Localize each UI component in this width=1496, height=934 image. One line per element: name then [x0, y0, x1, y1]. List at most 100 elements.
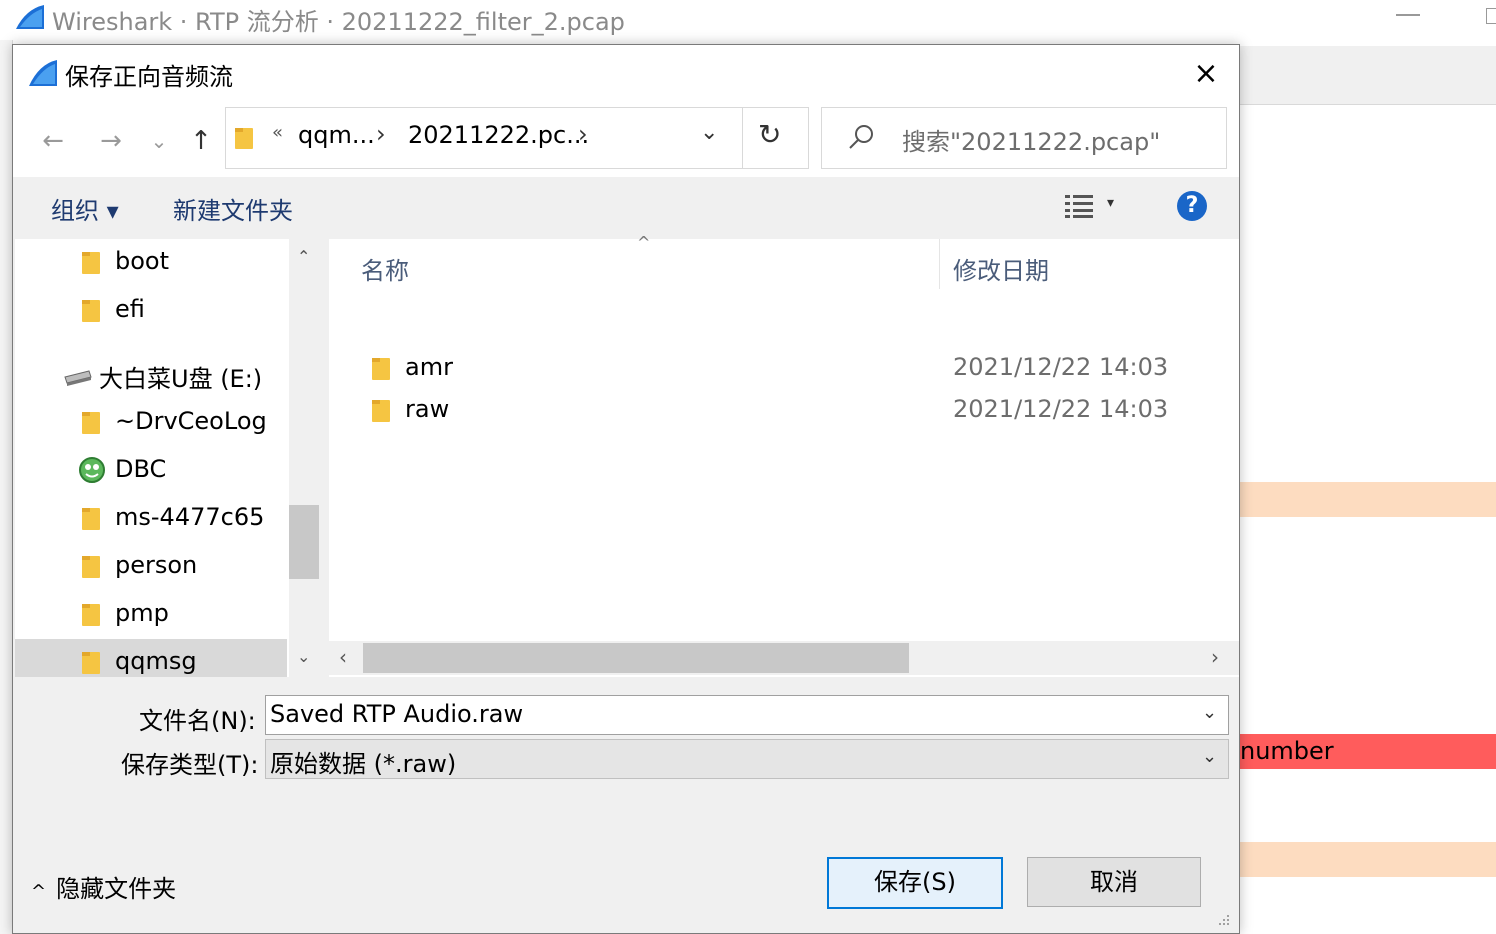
dialog-title: 保存正向音频流	[65, 63, 233, 91]
tree-item-label: boot	[115, 247, 170, 275]
search-input[interactable]: 搜索"20211222.pcap"	[902, 122, 1160, 157]
breadcrumb-segment[interactable]: 20211222.pc...	[408, 121, 589, 149]
tree-item[interactable]: boot	[15, 239, 287, 285]
divider	[742, 108, 743, 168]
folder-icon	[82, 300, 100, 322]
cancel-button[interactable]: 取消	[1027, 857, 1201, 907]
minimize-button[interactable]	[1396, 14, 1420, 16]
filename-input[interactable]: Saved RTP Audio.raw ⌄	[265, 695, 1229, 735]
scroll-thumb[interactable]	[289, 505, 319, 579]
recent-locations-button[interactable]: ⌄	[141, 123, 177, 159]
chevron-down-icon[interactable]: ⌄	[1202, 702, 1217, 723]
background-row-peach	[1238, 842, 1496, 877]
tree-item-label: person	[115, 551, 198, 579]
pane-splitter[interactable]	[319, 239, 329, 677]
file-name: raw	[405, 395, 450, 423]
folder-icon	[82, 652, 100, 674]
filetype-value[interactable]: 原始数据 (*.raw)	[270, 744, 456, 779]
view-dropdown-icon[interactable]: ▾	[1107, 195, 1114, 211]
refresh-button[interactable]: ↻	[758, 118, 781, 151]
folder-icon	[235, 128, 253, 149]
back-button[interactable]: ←	[35, 123, 71, 159]
tree-item-label: efi	[115, 295, 145, 323]
tree-item[interactable]: ~DrvCeoLog	[15, 399, 287, 445]
tree-item-label: ms-4477c65	[115, 503, 265, 531]
breadcrumb-segment[interactable]: qqm...	[298, 121, 375, 149]
hide-folders-label: 隐藏文件夹	[56, 875, 177, 903]
folder-icon	[82, 604, 100, 626]
breadcrumb-separator[interactable]: ›	[578, 120, 588, 148]
scroll-right-icon[interactable]: ›	[1211, 645, 1219, 669]
navigation-tree: boot efi 大白菜U盘 (E:) ~DrvCeoLog DBC ms-44…	[15, 239, 319, 677]
wireshark-logo-icon	[29, 60, 57, 86]
background-window-title: Wireshark · RTP 流分析 · 20211222_filter_2.…	[52, 8, 625, 36]
view-details-icon[interactable]	[1065, 193, 1093, 219]
column-separator[interactable]	[939, 239, 940, 289]
column-header-name[interactable]: 名称	[361, 251, 409, 286]
background-row-text: number	[1240, 737, 1334, 765]
help-button[interactable]: ?	[1177, 191, 1207, 221]
dialog-titlebar: 保存正向音频流 ×	[13, 45, 1239, 105]
tree-item[interactable]: person	[15, 543, 287, 589]
address-bar[interactable]: « qqm... › 20211222.pc... › ⌄ ↻	[225, 107, 809, 169]
background-toolbar	[1238, 46, 1496, 105]
forward-button[interactable]: →	[93, 123, 129, 159]
close-button[interactable]: ×	[1189, 57, 1223, 91]
tree-item-label: qqmsg	[115, 647, 197, 675]
navigation-bar: ← → ⌄ ↑ « qqm... › 20211222.pc... › ⌄ ↻ …	[13, 105, 1239, 177]
folder-icon	[372, 358, 390, 380]
file-row[interactable]: raw 2021/12/22 14:03	[329, 389, 1239, 431]
file-row[interactable]: amr 2021/12/22 14:03	[329, 347, 1239, 389]
chevron-up-icon: ^	[31, 881, 47, 902]
command-bar: 组织 ▾ 新建文件夹 ▾ ?	[13, 177, 1239, 237]
scroll-down-icon[interactable]: ⌄	[297, 647, 310, 666]
tree-item-drive[interactable]: 大白菜U盘 (E:)	[15, 351, 287, 397]
scroll-left-icon[interactable]: ‹	[339, 645, 347, 669]
address-dropdown-icon[interactable]: ⌄	[700, 120, 718, 145]
folder-icon	[82, 412, 100, 434]
file-list: ^ 名称 修改日期 amr 2021/12/22 14:03 raw 2021/…	[329, 233, 1239, 677]
breadcrumb-separator[interactable]: ›	[376, 120, 386, 148]
up-button[interactable]: ↑	[183, 123, 219, 159]
maximize-button[interactable]	[1486, 8, 1496, 24]
save-button[interactable]: 保存(S)	[827, 857, 1003, 909]
tree-item-label: 大白菜U盘 (E:)	[99, 365, 263, 393]
usb-drive-icon	[64, 370, 92, 386]
app-folder-icon	[79, 457, 105, 483]
tree-item-label: ~DrvCeoLog	[115, 407, 267, 435]
tree-item[interactable]: pmp	[15, 591, 287, 637]
filename-value[interactable]: Saved RTP Audio.raw	[270, 700, 523, 728]
folder-icon	[82, 556, 100, 578]
background-window-titlebar: Wireshark · RTP 流分析 · 20211222_filter_2.…	[0, 0, 1496, 36]
filetype-select[interactable]: 原始数据 (*.raw) ⌄	[265, 739, 1229, 779]
search-box[interactable]: 搜索"20211222.pcap"	[821, 107, 1227, 169]
tree-item-label: DBC	[115, 455, 167, 483]
file-modified: 2021/12/22 14:03	[953, 395, 1169, 423]
wireshark-logo-icon	[16, 5, 44, 29]
tree-scrollbar[interactable]: ⌃ ⌄	[289, 239, 319, 677]
filename-label: 文件名(N):	[139, 707, 256, 735]
background-row-peach	[1238, 482, 1496, 517]
folder-icon	[82, 252, 100, 274]
filetype-label: 保存类型(T):	[121, 751, 259, 779]
address-overflow[interactable]: «	[272, 122, 283, 143]
tree-item[interactable]: efi	[15, 287, 287, 333]
tree-item[interactable]: ms-4477c65	[15, 495, 287, 541]
horizontal-scrollbar[interactable]: ‹ ›	[329, 641, 1239, 675]
scroll-thumb[interactable]	[363, 643, 909, 673]
chevron-down-icon[interactable]: ⌄	[1202, 746, 1217, 767]
search-icon	[849, 125, 873, 149]
resize-grip-icon[interactable]	[1215, 911, 1231, 927]
tree-item-selected[interactable]: qqmsg	[15, 639, 287, 677]
new-folder-button[interactable]: 新建文件夹	[173, 191, 293, 226]
scroll-up-icon[interactable]: ⌃	[297, 247, 310, 266]
organize-button[interactable]: 组织 ▾	[51, 191, 119, 226]
folder-icon	[82, 508, 100, 530]
hide-folders-toggle[interactable]: ^ 隐藏文件夹	[31, 869, 176, 904]
column-header-modified[interactable]: 修改日期	[953, 251, 1049, 286]
tree-item[interactable]: DBC	[15, 447, 287, 493]
folder-icon	[372, 400, 390, 422]
file-modified: 2021/12/22 14:03	[953, 353, 1169, 381]
sort-indicator-icon: ^	[637, 233, 651, 252]
save-dialog: 保存正向音频流 × ← → ⌄ ↑ « qqm... › 20211222.pc…	[12, 44, 1240, 934]
